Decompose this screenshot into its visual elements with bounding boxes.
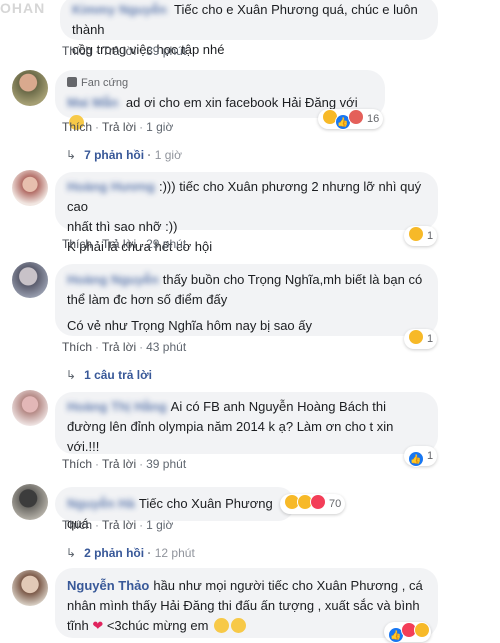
avatar[interactable]: [12, 484, 48, 520]
haha-reaction-icon: [408, 226, 424, 242]
comment-text: Ai có FB anh Nguyễn Hoàng Bách thi: [170, 399, 387, 414]
comment-bubble: Nguyễn Thảo hầu như mọi người tiếc cho Xu…: [55, 568, 438, 638]
reply-arrow-icon: ↳: [66, 368, 77, 382]
timestamp[interactable]: 1 giờ: [146, 120, 173, 134]
avatar[interactable]: [12, 262, 48, 298]
reply-link[interactable]: Trả lời: [102, 518, 136, 532]
reply-link[interactable]: Trả lời: [102, 340, 136, 354]
comment-text: Có vẻ như Trọng Nghĩa hôm nay bị sao ấy: [67, 318, 313, 333]
avatar[interactable]: [12, 570, 48, 606]
timestamp[interactable]: 29 phút: [146, 237, 186, 251]
comment-bubble: Hoàng Hương:))) tiếc cho Xuân phương 2 n…: [55, 172, 438, 254]
reaction-summary[interactable]: 👍: [384, 622, 431, 643]
reaction-summary[interactable]: 70: [280, 494, 346, 514]
comment-text: nhất thì sao nhỡ :)): [67, 219, 178, 234]
like-link[interactable]: Thích: [62, 237, 92, 251]
avatar[interactable]: [12, 170, 48, 206]
comment-actions: Thích · Trả lời · 1 giờ: [62, 120, 174, 134]
like-link[interactable]: Thích: [62, 518, 92, 532]
comment-actions: Thích · Trả lời · 1 giờ: [62, 518, 174, 532]
comment-text: thấy buồn cho Trọng Nghĩa,mh biết là bạn…: [162, 272, 423, 287]
sad-reaction-icon: [408, 329, 424, 345]
comment-text: nhân mình thấy Hải Đăng thi đấu ấn tượng…: [67, 598, 420, 613]
comment-text: với.!!!: [67, 439, 100, 454]
comment-text: ad ơi cho em xin facebook Hải Đăng với: [125, 95, 358, 110]
avatar[interactable]: [12, 70, 48, 106]
comment-bubble: Hoàng Nguyễn thấy buồn cho Trọng Nghĩa,mh…: [55, 264, 438, 336]
like-reaction-icon: 👍: [408, 451, 424, 467]
like-link[interactable]: Thích: [62, 340, 92, 354]
haha-reaction-icon: [414, 622, 430, 638]
commenter-name-blurred[interactable]: Hoàng Thị Hằng: [67, 397, 167, 417]
reaction-summary[interactable]: 1: [404, 329, 438, 349]
like-link[interactable]: Thích: [62, 457, 92, 471]
reply-arrow-icon: ↳: [66, 546, 77, 560]
comment-actions: Thích · Trả lời · 39 phút: [62, 44, 187, 58]
commenter-name[interactable]: Nguyễn Thảo: [67, 578, 149, 593]
view-replies-link[interactable]: ↳ 7 phản hồi · 1 giờ: [66, 147, 182, 163]
reply-link[interactable]: Trả lời: [102, 120, 136, 134]
timestamp[interactable]: 43 phút: [146, 340, 186, 354]
reply-link[interactable]: Trả lời: [102, 457, 136, 471]
comment-bubble: Kimmy Nguyễn Tiếc cho e Xuân Phương quá,…: [60, 0, 438, 57]
reply-link[interactable]: Trả lời: [102, 237, 136, 251]
commenter-name-blurred[interactable]: Mai Mẫn: [67, 93, 118, 113]
comment-actions: Thích · Trả lời · 29 phút: [62, 237, 187, 251]
comment-bubble: Hoàng Thị Hằng Ai có FB anh Nguyễn Hoàng …: [55, 392, 438, 454]
comment-actions: Thích · Trả lời · 39 phút: [62, 457, 187, 471]
commenter-name-blurred[interactable]: Nguyễn Hà: [67, 494, 135, 514]
reply-link[interactable]: Trả lời: [102, 44, 136, 58]
comment-text: hầu như mọi người tiếc cho Xuân Phương ,…: [153, 578, 423, 593]
view-replies-link[interactable]: ↳ 1 câu trả lời: [66, 367, 152, 383]
commenter-name-blurred[interactable]: Hoàng Hương: [67, 177, 155, 197]
timestamp[interactable]: 39 phút: [146, 44, 186, 58]
commenter-name-blurred[interactable]: Kimmy Nguyễn: [72, 0, 167, 20]
commenter-name-blurred[interactable]: Hoàng Nguyễn: [67, 270, 159, 290]
avatar[interactable]: [12, 390, 48, 426]
watermark: OHAN: [0, 0, 46, 16]
like-link[interactable]: Thích: [62, 120, 92, 134]
fan-badge[interactable]: Fan cứng: [67, 75, 373, 91]
shield-icon: [67, 77, 77, 87]
reaction-summary[interactable]: 👍 1: [404, 446, 438, 467]
love-reaction-icon: [310, 494, 326, 510]
reply-arrow-icon: ↳: [66, 148, 77, 162]
angry-reaction-icon: [348, 109, 364, 125]
reaction-summary[interactable]: 👍 16: [318, 109, 384, 130]
view-replies-link[interactable]: ↳ 2 phản hồi · 12 phút: [66, 545, 195, 561]
like-link[interactable]: Thích: [62, 44, 92, 58]
comment-text: thể làm đc hơn số điểm đấy: [67, 292, 228, 307]
timestamp[interactable]: 39 phút: [146, 457, 186, 471]
comment-text: đường lên đỉnh olympia năm 2014 k ạ? Làm…: [67, 419, 394, 434]
comment-bubble: Nguyễn Hà Tiếc cho Xuân Phương quá: [55, 487, 295, 531]
comment-actions: Thích · Trả lời · 43 phút: [62, 340, 187, 354]
reaction-summary[interactable]: 1: [404, 226, 438, 246]
timestamp[interactable]: 1 giờ: [146, 518, 173, 532]
